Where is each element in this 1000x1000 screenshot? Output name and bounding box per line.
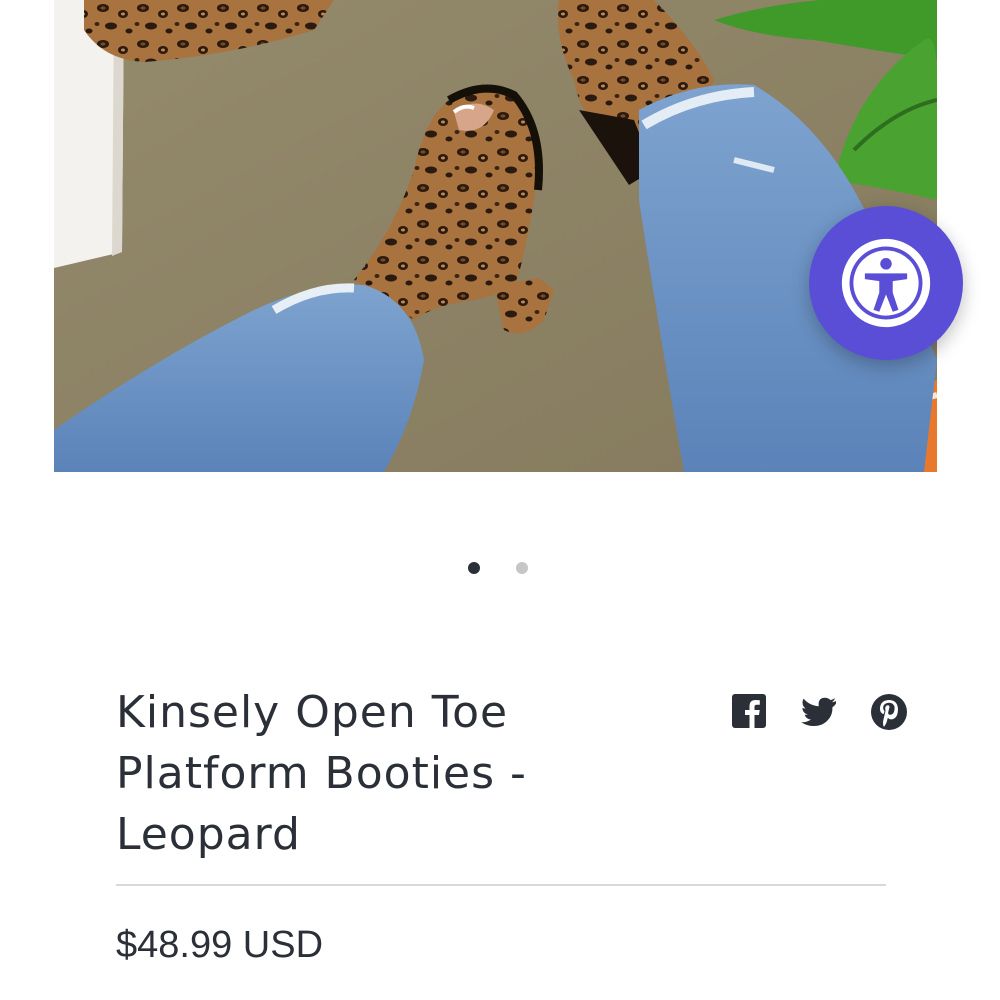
divider xyxy=(116,884,886,886)
carousel-dots xyxy=(0,559,1000,579)
product-title-line-1: Kinsely Open Toe xyxy=(116,687,509,738)
pinterest-icon[interactable] xyxy=(869,692,909,732)
carousel-dot-1[interactable] xyxy=(468,562,480,574)
product-title: Kinsely Open Toe Platform Booties - Leop… xyxy=(116,682,586,865)
product-image[interactable] xyxy=(54,0,937,472)
product-photo xyxy=(54,0,937,472)
carousel-dot-2[interactable] xyxy=(516,562,528,574)
product-title-line-3: Leopard xyxy=(116,809,301,860)
accessibility-button[interactable] xyxy=(809,206,963,360)
facebook-icon[interactable] xyxy=(730,692,770,732)
accessibility-icon xyxy=(841,238,931,328)
product-title-line-2: Platform Booties - xyxy=(116,748,527,799)
twitter-icon[interactable] xyxy=(798,692,838,732)
product-price: $48.99 USD xyxy=(116,924,324,966)
